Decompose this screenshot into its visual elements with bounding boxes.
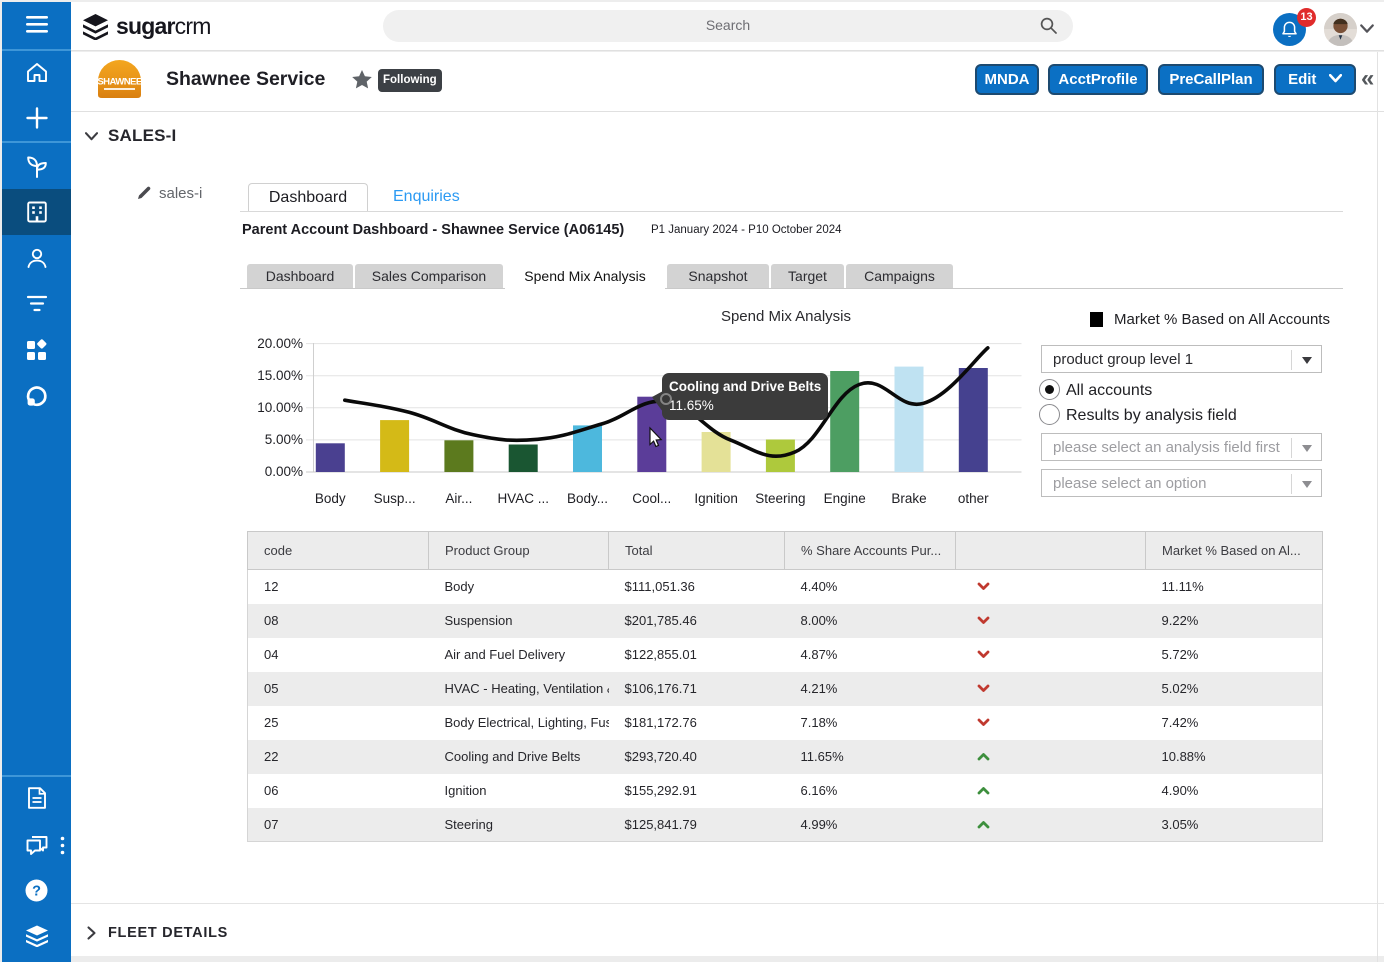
svg-text:15.00%: 15.00% (257, 368, 303, 383)
svg-text:Ignition: Ignition (694, 491, 738, 506)
svg-text:5.00%: 5.00% (265, 432, 303, 447)
svg-text:Body...: Body... (567, 491, 608, 506)
svg-text:Body: Body (315, 491, 346, 506)
svg-text:HVAC ...: HVAC ... (497, 491, 549, 506)
svg-text:Air...: Air... (445, 491, 472, 506)
svg-text:SHAWNEE: SHAWNEE (97, 77, 143, 88)
svg-text:?: ? (32, 883, 41, 899)
svg-text:Engine: Engine (824, 491, 866, 506)
svg-text:Susp...: Susp... (374, 491, 416, 506)
svg-text:0.00%: 0.00% (265, 464, 303, 479)
svg-text:Brake: Brake (891, 491, 926, 506)
svg-text:other: other (958, 491, 989, 506)
svg-text:Cool...: Cool... (632, 491, 671, 506)
svg-text:10.00%: 10.00% (257, 400, 303, 415)
svg-text:20.00%: 20.00% (257, 336, 303, 351)
svg-text:Steering: Steering (755, 491, 805, 506)
